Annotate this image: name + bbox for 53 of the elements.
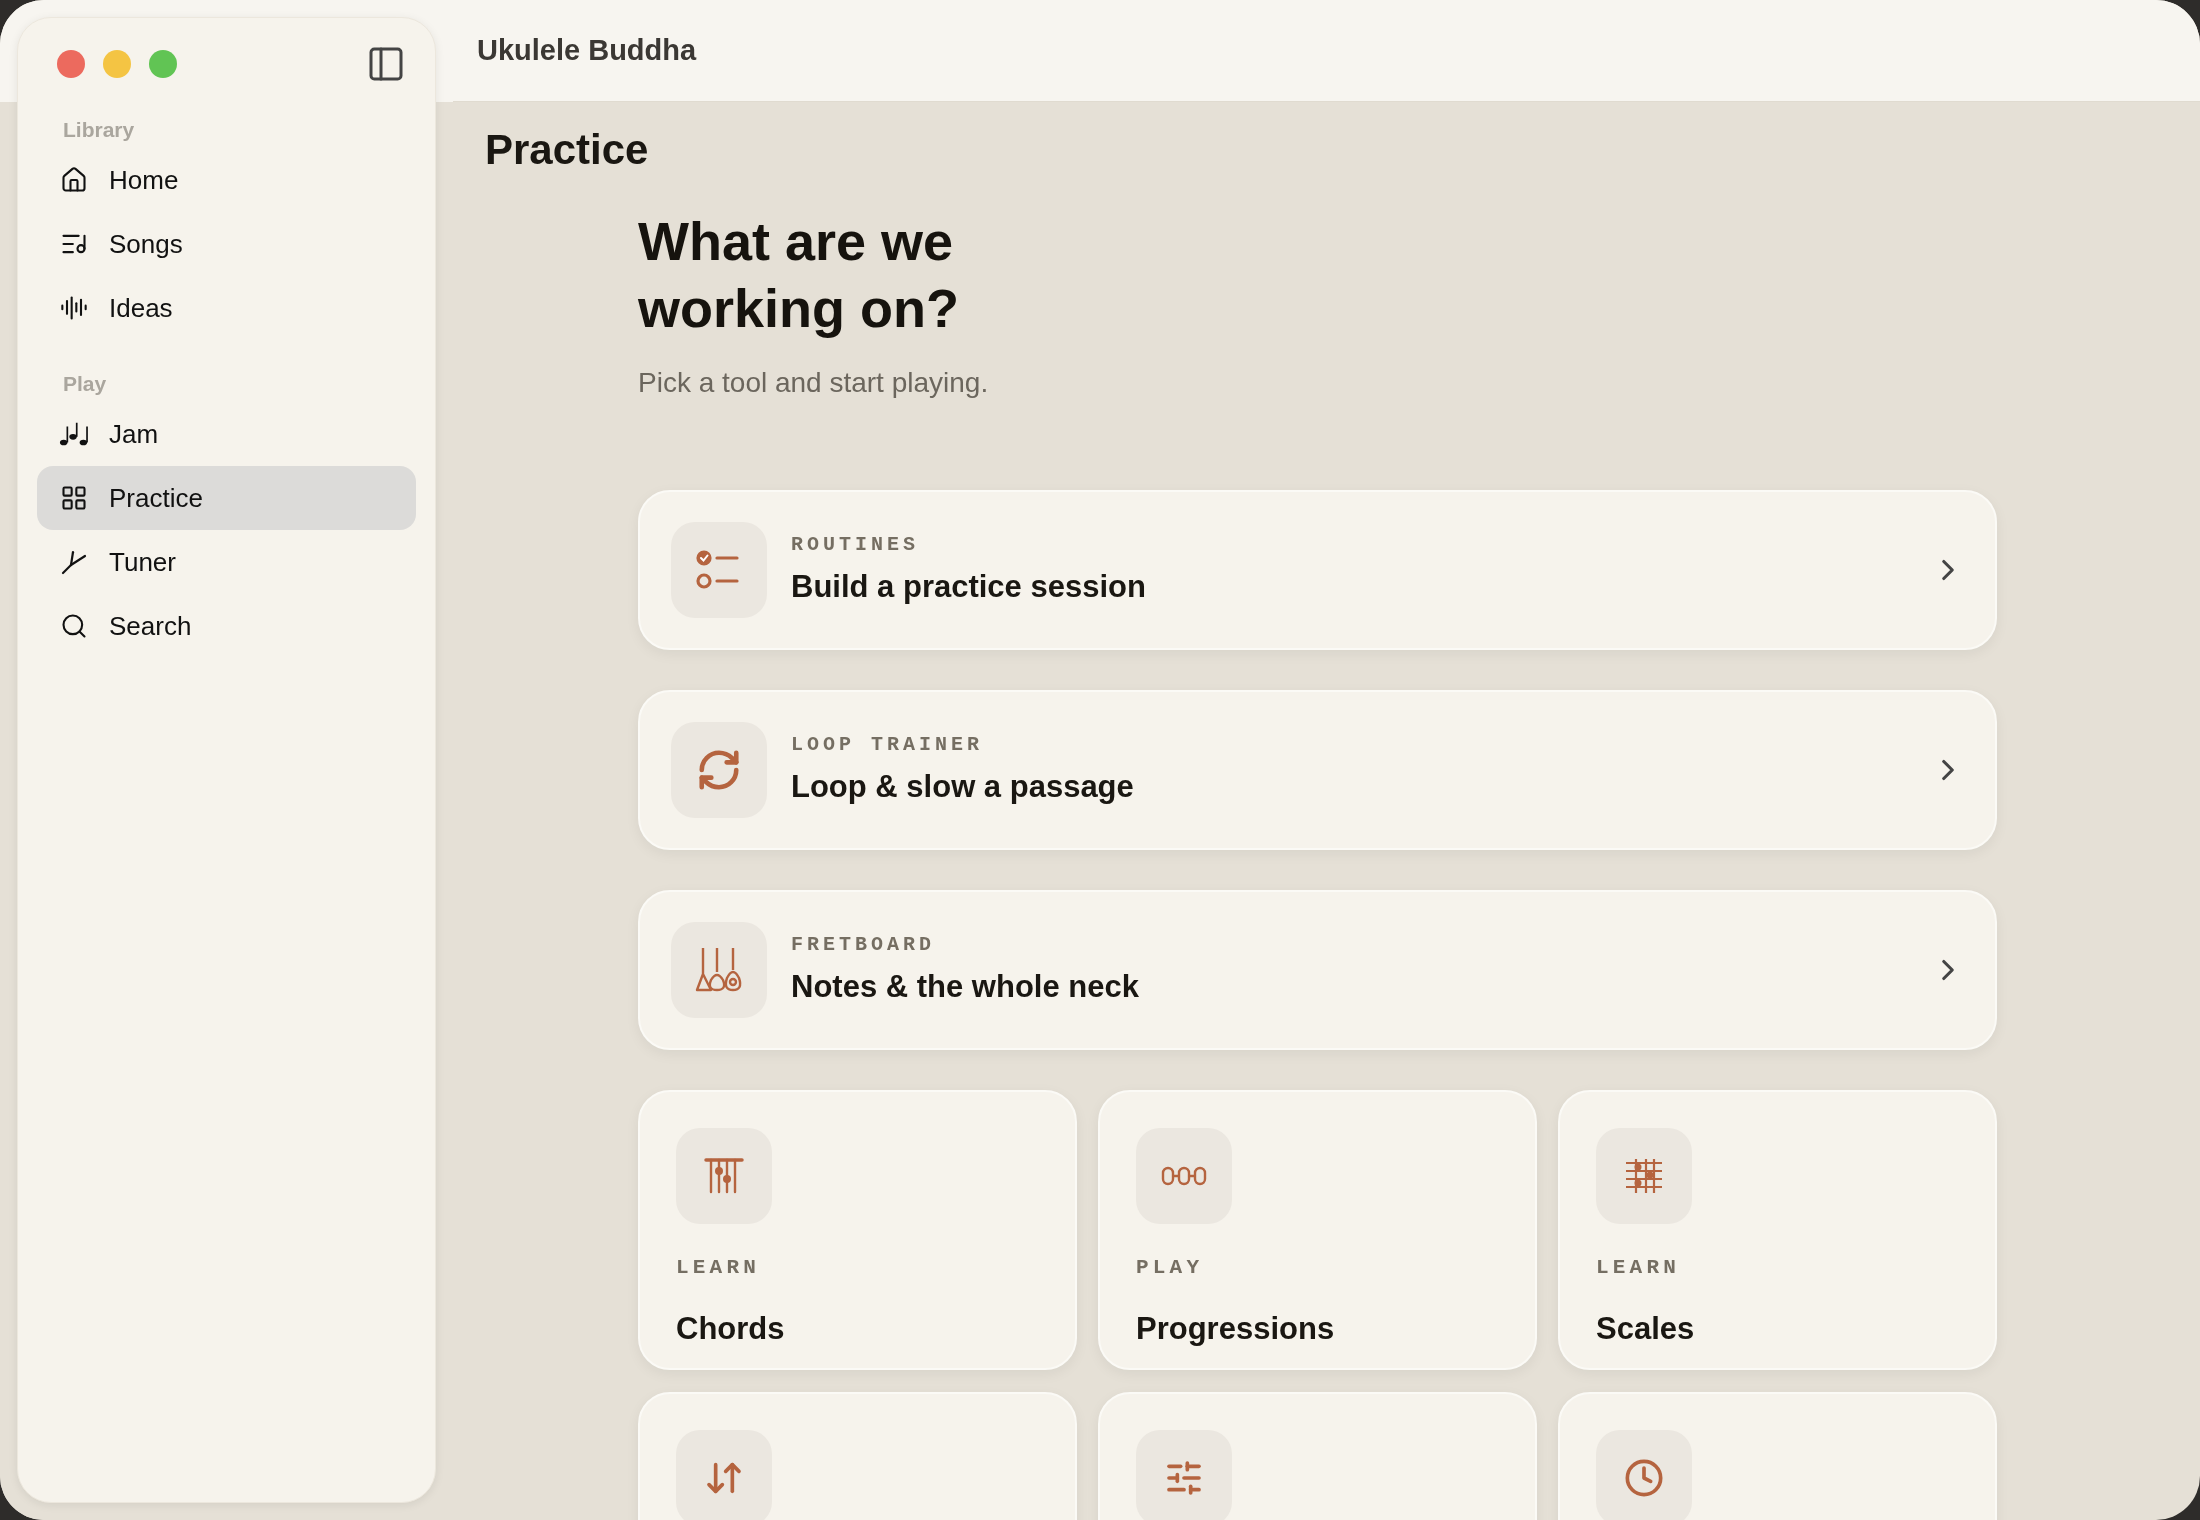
sidebar-item-label: Jam — [109, 417, 159, 451]
maximize-window-button[interactable] — [149, 50, 177, 78]
tuning-fork-icon — [60, 548, 88, 576]
clock-icon — [1624, 1458, 1664, 1498]
waveform-icon — [60, 294, 88, 322]
page-heading: What are we working on? — [638, 210, 960, 340]
tile-title: Chords — [676, 1309, 785, 1348]
close-window-button[interactable] — [57, 50, 85, 78]
card-eyebrow: LOOP TRAINER — [791, 731, 984, 758]
chord-diagram-icon — [704, 1156, 744, 1196]
card-title: Build a practice session — [791, 567, 1146, 606]
sidebar-item[interactable]: Practice — [37, 466, 416, 530]
card-title: Notes & the whole neck — [791, 967, 1139, 1006]
fretboard-grid-icon — [1624, 1157, 1664, 1195]
minimize-window-button[interactable] — [103, 50, 131, 78]
sidebar-item-label: Songs — [109, 227, 183, 261]
sidebar-item-label: Tuner — [109, 545, 176, 579]
feature-card[interactable]: ROUTINES Build a practice session — [638, 490, 1997, 650]
sidebar-item-label: Search — [109, 609, 192, 643]
search-icon — [60, 612, 88, 640]
sidebar-item[interactable]: Search — [37, 594, 416, 658]
sidebar-item-label: Ideas — [109, 291, 173, 325]
tile-title: Progressions — [1136, 1309, 1335, 1348]
sidebar-section-label: Play — [62, 371, 107, 397]
grid-icon — [60, 484, 88, 512]
tool-tile[interactable]: LEARN Scales — [1558, 1090, 1997, 1370]
window-title: Ukulele Buddha — [477, 32, 697, 68]
sidebar-item[interactable]: Tuner — [37, 530, 416, 594]
sidebar-section-label: Library — [62, 117, 135, 143]
tile-eyebrow: LEARN — [1596, 1255, 1680, 1281]
tool-tile[interactable]: PLAY Progressions — [1098, 1090, 1537, 1370]
sidebar-item[interactable]: Home — [37, 148, 416, 212]
card-title: Loop & slow a passage — [791, 767, 1134, 806]
sidebar-item-label: Home — [109, 163, 179, 197]
feature-card[interactable]: LOOP TRAINER Loop & slow a passage — [638, 690, 1997, 850]
sidebar-item[interactable]: Jam — [37, 402, 416, 466]
card-eyebrow: FRETBOARD — [791, 931, 936, 958]
tile-eyebrow: PLAY — [1136, 1255, 1204, 1281]
sidebar-item[interactable]: Ideas — [37, 276, 416, 340]
sliders-icon — [1164, 1458, 1204, 1498]
sidebar-item-label: Practice — [109, 481, 203, 515]
tile-title: Scales — [1596, 1309, 1695, 1348]
tool-tile[interactable]: LEARN Chords — [638, 1090, 1077, 1370]
tile-eyebrow: LEARN — [676, 1255, 760, 1281]
sidebar-item[interactable]: Songs — [37, 212, 416, 276]
page-subtitle: Pick a tool and start playing. — [638, 366, 989, 400]
card-eyebrow: ROUTINES — [791, 531, 919, 558]
feature-card[interactable]: FRETBOARD Notes & the whole neck — [638, 890, 1997, 1050]
loop-icon — [696, 747, 742, 793]
music-notes-icon — [59, 420, 89, 448]
linked-chords-icon — [1161, 1164, 1207, 1188]
home-icon — [60, 166, 88, 194]
page-title: Practice — [485, 125, 649, 175]
